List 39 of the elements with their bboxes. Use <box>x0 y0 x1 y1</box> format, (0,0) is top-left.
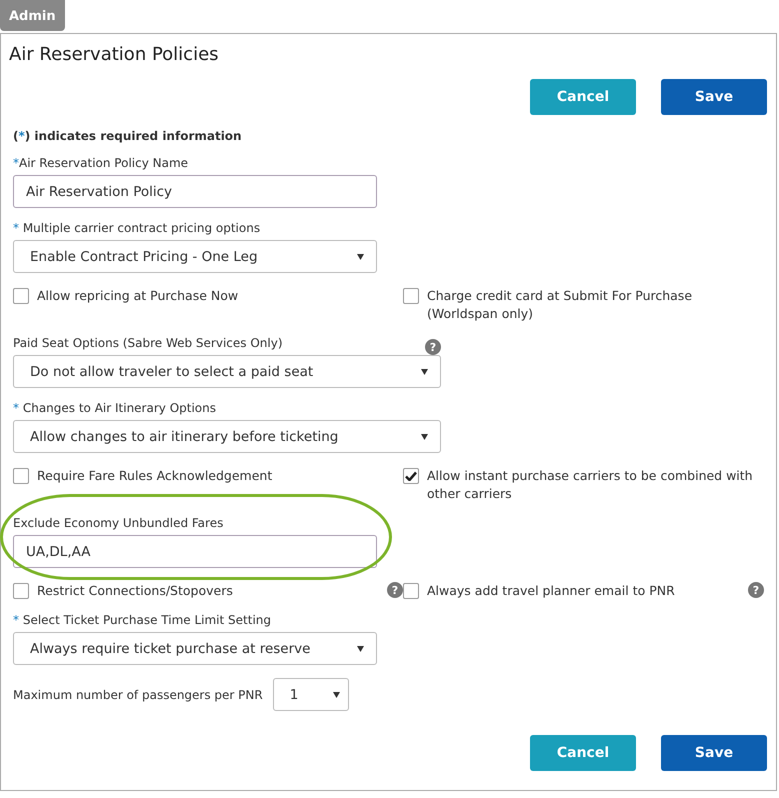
dropdown[interactable]: 1 <box>272 678 349 711</box>
checkbox-label: Always add travel planner email to PNR <box>427 582 675 600</box>
field-label: Paid Seat Options (Sabre Web Services Only) <box>13 336 283 350</box>
field-label: Exclude Economy Unbundled Fares <box>13 516 224 530</box>
admin-tab[interactable]: Admin <box>0 0 65 31</box>
dropdown[interactable]: Do not allow traveler to select a paid seat <box>13 355 441 388</box>
checkbox-label: Charge credit card at Submit For Purchase (Worldspan only) <box>427 287 694 323</box>
field-label: * Changes to Air Itinerary Options <box>13 401 216 415</box>
checkbox[interactable] <box>13 468 29 484</box>
required-note: (*) indicates required information <box>13 129 243 143</box>
checkbox-label: Require Fare Rules Acknowledgement <box>37 467 272 485</box>
input-field[interactable]: Air Reservation Policy <box>13 175 377 208</box>
checkbox[interactable] <box>403 288 419 304</box>
checkbox-label: Allow instant purchase carriers to be combined with other carriers <box>427 467 754 503</box>
field-label: *Air Reservation Policy Name <box>13 156 190 170</box>
caret-icon <box>421 434 428 440</box>
help-icon[interactable]: ? <box>748 582 764 598</box>
input-field[interactable]: UA,DL,AA <box>13 535 377 568</box>
caret-icon <box>421 368 428 374</box>
field-label: * Select Ticket Purchase Time Limit Setting <box>13 613 271 627</box>
field-label: Maximum number of passengers per PNR <box>13 688 263 702</box>
checkbox[interactable] <box>13 583 29 599</box>
page-title: Air Reservation Policies <box>9 44 220 65</box>
checkbox-label: Allow repricing at Purchase Now <box>37 287 238 305</box>
dropdown[interactable]: Allow changes to air itinerary before ticketing <box>13 420 441 453</box>
checkbox[interactable] <box>13 288 29 304</box>
checkbox[interactable] <box>403 583 419 599</box>
field-label: * Multiple carrier contract pricing options <box>13 221 260 235</box>
save-button[interactable]: Save <box>661 735 767 771</box>
save-button[interactable]: Save <box>661 79 767 115</box>
help-icon[interactable]: ? <box>387 582 403 598</box>
checkbox-label: Restrict Connections/Stopovers <box>37 582 233 600</box>
caret-icon <box>357 254 364 260</box>
dropdown[interactable]: Enable Contract Pricing - One Leg <box>13 240 377 273</box>
caret-icon <box>332 692 340 698</box>
checkbox[interactable] <box>403 468 419 484</box>
caret-icon <box>357 646 364 652</box>
help-icon[interactable]: ? <box>425 339 441 355</box>
dropdown[interactable]: Always require ticket purchase at reserve <box>13 632 377 665</box>
